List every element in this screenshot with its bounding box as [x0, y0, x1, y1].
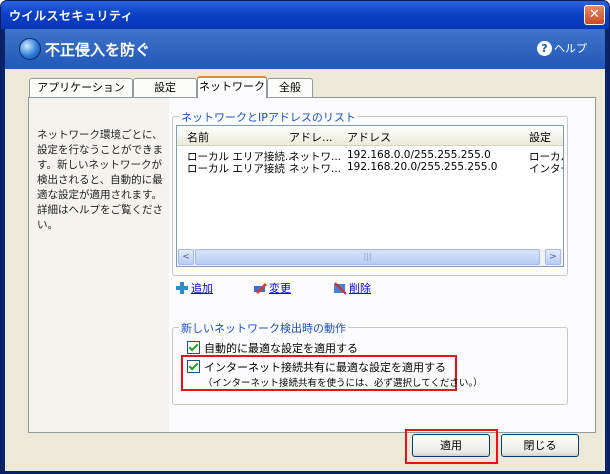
scroll-thumb[interactable]: ||| [195, 249, 540, 265]
scroll-left-icon[interactable]: < [178, 249, 194, 265]
apply-button[interactable]: 適用 [412, 434, 490, 457]
edit-icon [254, 283, 267, 294]
help-label: ヘルプ [554, 42, 587, 55]
description-text: ネットワーク環境ごとに、設定を行なうことができます。新しいネットワークが検出され… [37, 129, 163, 231]
list-header: 名前 アドレ... アドレス 設定 [177, 126, 563, 146]
cell-name: ローカル エリア接続 [187, 163, 285, 175]
ics-label: インターネット接続共有に最適な設定を適用する [204, 361, 446, 374]
auto-apply-label: 自動的に最適な設定を適用する [204, 342, 358, 355]
ics-option[interactable]: インターネット接続共有に最適な設定を適用する [187, 359, 446, 375]
edit-label: 変更 [269, 282, 291, 295]
cell-address: 192.168.20.0/255.255.255.0 [347, 161, 498, 173]
help-icon: ? [537, 41, 552, 56]
column-header-address[interactable]: アドレス [347, 129, 391, 145]
detection-group-label: 新しいネットワーク検出時の動作 [179, 320, 348, 336]
add-label: 追加 [191, 282, 213, 295]
header-banner: 不正侵入を防ぐ ? ヘルプ [5, 29, 605, 69]
network-list[interactable]: 名前 アドレ... アドレス 設定 ローカル エリア接続... ネットワ... … [176, 125, 564, 267]
cell-type: ネットワ... [289, 163, 342, 175]
shield-logo-icon [19, 38, 41, 60]
page-title: 不正侵入を防ぐ [45, 41, 151, 59]
column-header-setting[interactable]: 設定 [529, 129, 551, 145]
ics-checkbox[interactable] [187, 360, 200, 373]
add-link[interactable]: 追加 [175, 280, 213, 296]
close-button[interactable]: 閉じる [501, 434, 579, 457]
tab-label: ネットワーク [199, 80, 265, 93]
delete-icon [334, 282, 347, 295]
tab-settings[interactable]: 設定 [133, 78, 197, 97]
help-link[interactable]: ? ヘルプ [537, 40, 587, 56]
tab-label: アプリケーション [37, 81, 125, 94]
auto-apply-option[interactable]: 自動的に最適な設定を適用する [187, 340, 358, 356]
window-title: ウイルスセキュリティ [9, 9, 134, 23]
delete-label: 削除 [349, 282, 371, 295]
client-area: 不正侵入を防ぐ ? ヘルプ アプリケーション 設定 ネットワーク 全般 ネットワー… [5, 29, 605, 471]
column-header-address-type[interactable]: アドレ... [289, 129, 333, 145]
title-bar[interactable]: ウイルスセキュリティ ✕ [1, 1, 609, 29]
column-header-name[interactable]: 名前 [187, 129, 209, 145]
add-icon [176, 282, 188, 294]
cell-setting: インター [529, 163, 563, 175]
network-list-group-label: ネットワークとIPアドレスのリスト [179, 109, 358, 125]
close-icon[interactable]: ✕ [584, 5, 605, 25]
tab-general[interactable]: 全般 [267, 78, 313, 97]
tab-applications[interactable]: アプリケーション [29, 78, 133, 97]
ics-note: （インターネット接続共有を使うには、必ず選択してください。） [203, 378, 483, 389]
scroll-right-icon[interactable]: > [545, 249, 561, 265]
horizontal-scrollbar[interactable]: < ||| > [177, 249, 563, 266]
tab-label: 設定 [154, 81, 176, 94]
tab-network[interactable]: ネットワーク [197, 76, 267, 98]
edit-link[interactable]: 変更 [253, 280, 291, 296]
main-window: ウイルスセキュリティ ✕ 不正侵入を防ぐ ? ヘルプ アプリケーション 設定 ネッ… [0, 0, 610, 474]
delete-link[interactable]: 削除 [333, 280, 371, 296]
tab-label: 全般 [279, 81, 301, 94]
cell-address: 192.168.0.0/255.255.255.0 [347, 149, 491, 161]
auto-apply-checkbox[interactable] [187, 341, 200, 354]
